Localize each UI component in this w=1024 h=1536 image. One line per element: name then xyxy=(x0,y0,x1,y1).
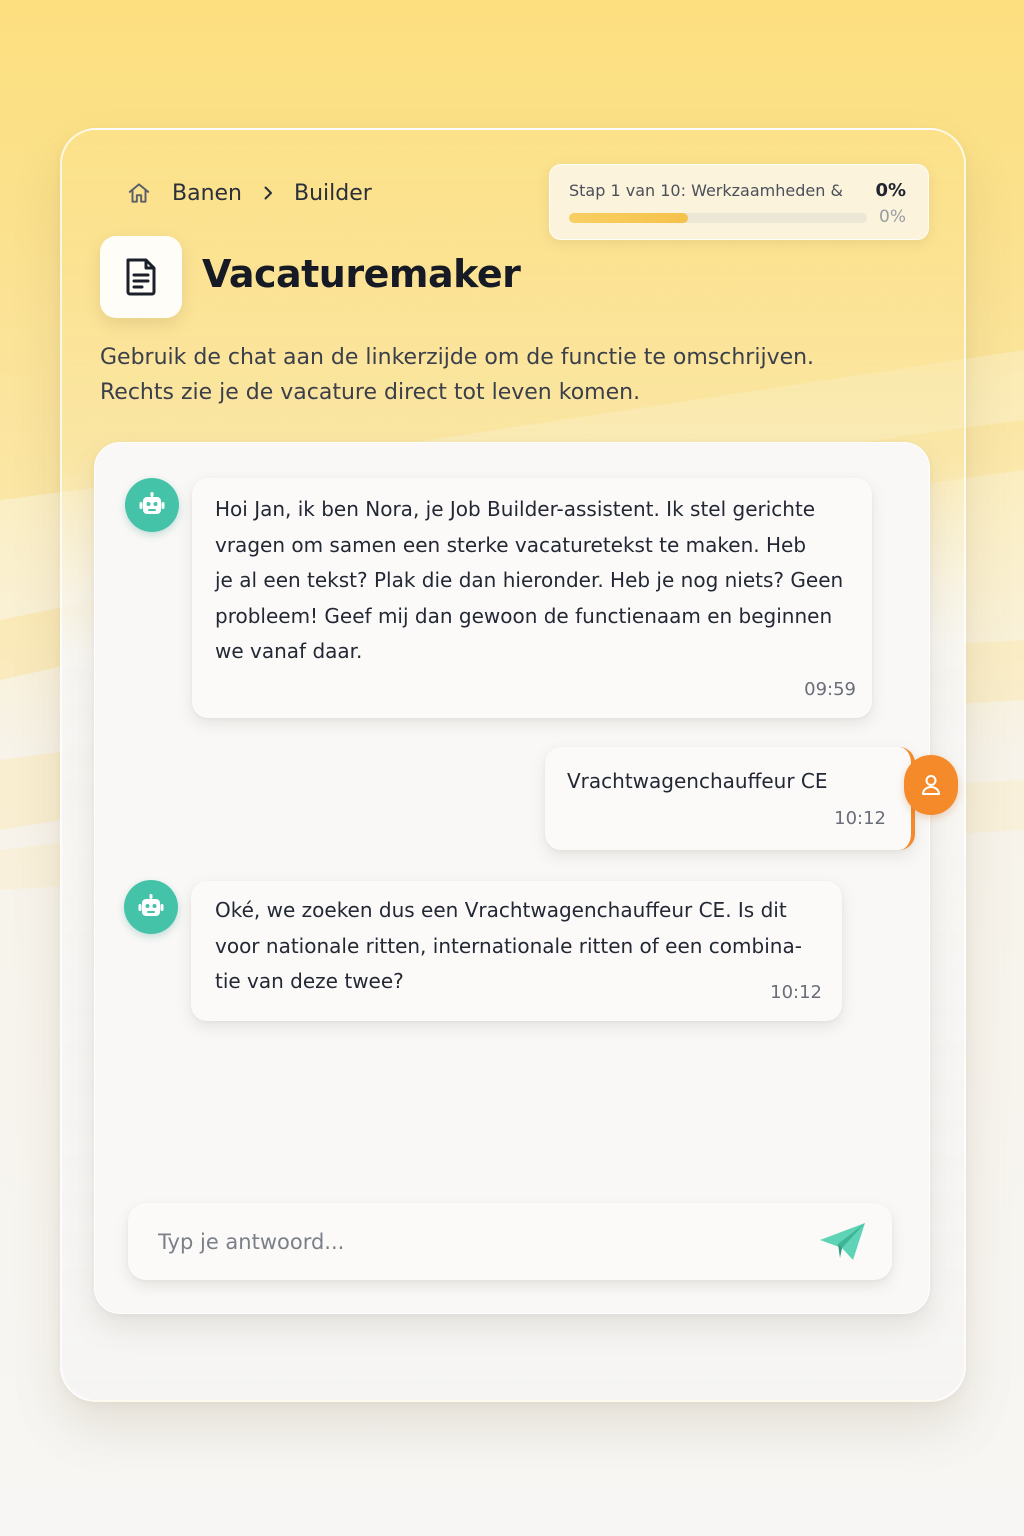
progress-percent-sub: 0% xyxy=(879,207,906,227)
message-text: Oké, we zoeken dus een Vrachtwagenchauff… xyxy=(215,898,802,993)
chevron-right-icon xyxy=(264,186,272,200)
progress-bar-fill xyxy=(569,213,689,223)
chat-input-bar xyxy=(128,1203,892,1280)
document-icon-tile xyxy=(100,236,182,318)
progress-bar xyxy=(569,213,867,223)
chat-message-user: Vrachtwagenchauffeur CE 10:12 xyxy=(545,747,915,850)
user-icon xyxy=(922,775,940,795)
progress-step-label: Stap 1 van 10: Werkzaamheden & xyxy=(569,181,843,200)
robot-icon xyxy=(138,894,164,916)
bot-avatar xyxy=(124,880,178,934)
paper-plane-icon xyxy=(820,1223,865,1260)
chat-message-bot: Hoi Jan, ik ben Nora, je Job Builder-ass… xyxy=(192,478,872,718)
subtitle-line: Gebruik de chat aan de linkerzijde om de… xyxy=(100,345,815,370)
breadcrumb-item-builder[interactable]: Builder xyxy=(294,181,372,206)
message-timestamp: 09:59 xyxy=(804,679,856,700)
message-timestamp: 10:12 xyxy=(834,808,886,829)
breadcrumb-item-banen[interactable]: Banen xyxy=(172,181,242,206)
chat-message-bot: Oké, we zoeken dus een Vrachtwagenchauff… xyxy=(191,881,842,1021)
page-subtitle: Gebruik de chat aan de linkerzijde om de… xyxy=(100,340,880,410)
breadcrumb: Banen Builder xyxy=(126,176,372,210)
bot-avatar xyxy=(125,478,179,532)
robot-icon xyxy=(139,492,165,514)
message-timestamp: 10:12 xyxy=(770,982,822,1003)
page-title: Vacaturemaker xyxy=(202,252,521,296)
document-icon xyxy=(126,258,156,296)
user-avatar xyxy=(904,755,958,815)
message-text: Hoi Jan, ik ben Nora, je Job Builder-ass… xyxy=(215,497,844,663)
message-text: Vrachtwagenchauffeur CE xyxy=(567,769,828,793)
progress-percent: 0% xyxy=(875,180,906,201)
chat-answer-input[interactable] xyxy=(128,1203,788,1280)
progress-card: Stap 1 van 10: Werkzaamheden & 0% 0% xyxy=(549,164,929,240)
subtitle-line: Rechts zie je de vacature direct tot lev… xyxy=(100,380,641,405)
send-button[interactable] xyxy=(818,1219,868,1265)
home-icon[interactable] xyxy=(126,180,152,206)
